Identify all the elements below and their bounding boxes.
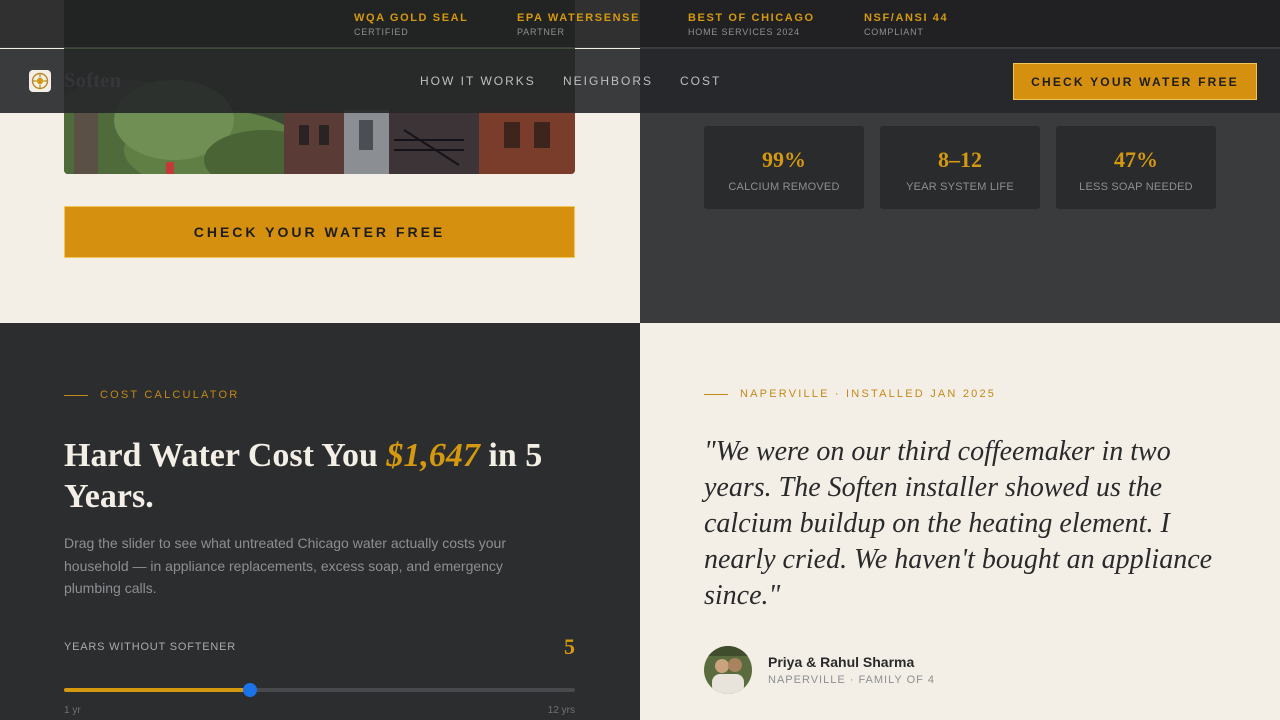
check-water-nav-button[interactable]: CHECK YOUR WATER FREE <box>1013 63 1257 100</box>
author-name: Priya & Rahul Sharma <box>768 654 915 670</box>
badge-title: NSF/ANSI 44 <box>864 12 949 24</box>
badge-title: BEST OF CHICAGO <box>688 12 815 24</box>
slider-value: 5 <box>564 634 575 659</box>
trust-bar: WQA GOLD SEAL CERTIFIED EPA WATERSENSE P… <box>0 0 1280 48</box>
nav-link-cost[interactable]: COST <box>680 74 721 88</box>
logo-text[interactable]: Soften <box>64 68 121 93</box>
badge-title: EPA WATERSENSE <box>517 12 641 24</box>
stat-card-calcium: 99% CALCIUM REMOVED <box>704 126 864 209</box>
stat-card-system-life: 8–12 YEAR SYSTEM LIFE <box>880 126 1040 209</box>
stat-card-soap: 47% LESS SOAP NEEDED <box>1056 126 1216 209</box>
eyebrow-rule <box>704 393 728 395</box>
logo-icon[interactable] <box>29 70 51 92</box>
testimonial-eyebrow-text: NAPERVILLE · INSTALLED JAN 2025 <box>740 388 997 400</box>
badge-title: WQA GOLD SEAL <box>354 12 469 24</box>
testimonial-quote: "We were on our third coffeemaker in two… <box>704 436 1213 611</box>
calculator-title: Hard Water Cost You $1,647 in 5 Years. <box>64 435 584 517</box>
badge-subtitle: PARTNER <box>517 27 565 37</box>
main-navbar: Soften HOW IT WORKS NEIGHBORS COST CHECK… <box>0 49 1280 113</box>
stat-value: 8–12 <box>938 147 982 172</box>
slider-fill <box>64 688 250 692</box>
slider-min-label: 1 yr <box>64 705 81 716</box>
badge-wqa: WQA GOLD SEAL CERTIFIED <box>354 12 469 37</box>
check-water-hero-button[interactable]: CHECK YOUR WATER FREE <box>64 206 575 258</box>
slider-label: YEARS WITHOUT SOFTENER <box>64 641 237 653</box>
badge-epa: EPA WATERSENSE PARTNER <box>517 12 640 37</box>
calculator-title-amount: $1,647 <box>386 437 480 474</box>
badge-best-of-chicago: BEST OF CHICAGO HOME SERVICES 2024 <box>688 12 815 37</box>
stat-label: YEAR SYSTEM LIFE <box>906 181 1014 193</box>
nav-link-how-it-works[interactable]: HOW IT WORKS <box>420 74 536 88</box>
slider-thumb[interactable] <box>242 683 257 697</box>
cost-calculator-section: COST CALCULATOR Hard Water Cost You $1,6… <box>0 323 640 720</box>
badge-nsf: NSF/ANSI 44 COMPLIANT <box>864 12 948 37</box>
testimonial-section: NAPERVILLE · INSTALLED JAN 2025 "We were… <box>640 323 1280 720</box>
author-meta: NAPERVILLE · FAMILY OF 4 <box>768 674 936 686</box>
nav-link-neighbors[interactable]: NEIGHBORS <box>563 74 653 88</box>
calculator-title-prefix: Hard Water Cost You <box>64 437 378 474</box>
avatar <box>704 646 752 694</box>
calculator-eyebrow-text: COST CALCULATOR <box>100 389 240 401</box>
badge-subtitle: CERTIFIED <box>354 27 409 37</box>
stat-label: LESS SOAP NEEDED <box>1079 181 1193 193</box>
stat-value: 99% <box>762 147 806 172</box>
stat-label: CALCIUM REMOVED <box>728 181 840 193</box>
testimonial-eyebrow: NAPERVILLE · INSTALLED JAN 2025 <box>704 388 996 400</box>
badge-subtitle: COMPLIANT <box>864 27 924 37</box>
years-slider[interactable] <box>64 683 575 697</box>
eyebrow-rule <box>64 394 88 396</box>
stat-value: 47% <box>1114 147 1158 172</box>
calculator-description: Drag the slider to see what untreated Ch… <box>64 535 507 596</box>
calculator-eyebrow: COST CALCULATOR <box>64 389 239 401</box>
slider-max-label: 12 yrs <box>547 705 575 716</box>
badge-subtitle: HOME SERVICES 2024 <box>688 27 800 37</box>
